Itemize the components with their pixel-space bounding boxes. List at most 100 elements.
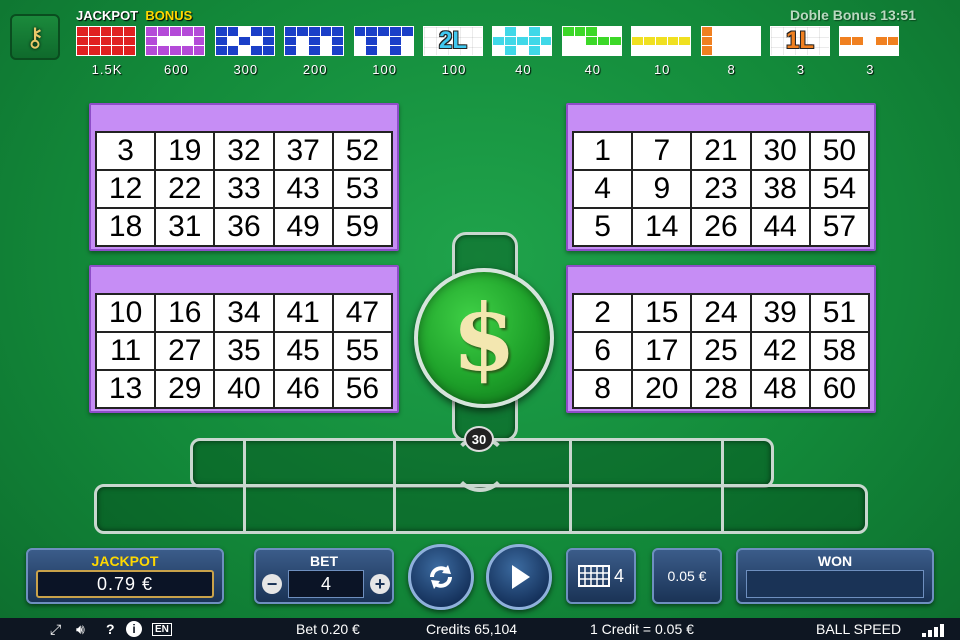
card-number: 3 (97, 133, 155, 169)
card-number: 7 (633, 133, 691, 169)
game-clock: Doble Bonus 13:51 (789, 7, 916, 23)
card-number: 33 (215, 171, 273, 207)
card-grid: 1 7 21 30 50 4 9 23 38 54 5 14 26 44 57 (572, 131, 870, 247)
card-number: 8 (574, 371, 632, 407)
paytable-pattern: 40 (560, 6, 622, 82)
card-number: 30 (751, 133, 809, 169)
paytable: JACKPOT 1.5K BONUS 600 300 200 100 2L 100 40 40 10 8… (74, 6, 914, 82)
card-number: 48 (751, 371, 809, 407)
card-number: 14 (633, 209, 691, 245)
card-number: 50 (810, 133, 868, 169)
status-bet: Bet 0.20 € (296, 621, 360, 637)
info-icon[interactable]: i (126, 621, 142, 637)
bingo-card-3[interactable]: 10 16 34 41 47 11 27 35 45 55 13 29 40 46 56 (89, 265, 399, 413)
paytable-value: 100 (372, 62, 397, 77)
card-number: 21 (692, 133, 750, 169)
cards-count: 4 (613, 565, 624, 586)
paytable-value: 200 (302, 62, 328, 77)
paytable-value: 8 (727, 62, 736, 77)
card-number: 28 (692, 371, 750, 407)
card-number: 51 (810, 295, 868, 331)
card-number: 19 (156, 133, 214, 169)
card-number: 43 (274, 171, 332, 207)
line-badge: 1L (770, 26, 830, 56)
jackpot-panel: JACKPOT 0.79 € (26, 548, 224, 604)
paytable-value: 600 (164, 62, 189, 77)
card-number: 26 (692, 209, 750, 245)
expand-icon[interactable]: ⤢ (50, 621, 61, 638)
bet-decrease-button[interactable]: − (262, 574, 282, 594)
card-number: 53 (333, 171, 391, 207)
bet-panel: BET − 4 + (254, 548, 394, 604)
pattern-grid (561, 26, 622, 56)
pattern-grid (145, 26, 206, 56)
card-number: 45 (274, 333, 332, 369)
card-number: 6 (574, 333, 632, 369)
card-number: 37 (274, 133, 332, 169)
game-logo[interactable]: ⚷ (10, 14, 60, 60)
bet-label: BET (310, 553, 338, 569)
card-number: 16 (156, 295, 214, 331)
card-number: 47 (333, 295, 391, 331)
card-number: 5 (574, 209, 632, 245)
card-number: 52 (333, 133, 391, 169)
ball-speed-icon[interactable] (922, 624, 944, 637)
card-number: 20 (633, 371, 691, 407)
won-label: WON (817, 553, 853, 569)
play-button[interactable] (486, 544, 552, 610)
card-number: 18 (97, 209, 155, 245)
pattern-grid (700, 26, 761, 56)
refresh-icon (430, 565, 452, 589)
card-grid: 2 15 24 39 51 6 17 25 42 58 8 20 28 48 60 (572, 293, 870, 409)
paytable-value: 10 (653, 62, 671, 77)
card-number: 41 (274, 295, 332, 331)
bingo-card-1[interactable]: 3 19 32 37 52 12 22 33 43 53 18 31 36 49 59 (89, 103, 399, 251)
card-number: 2 (574, 295, 632, 331)
card-number: 4 (574, 171, 632, 207)
card-grid: 10 16 34 41 47 11 27 35 45 55 13 29 40 46 56 (95, 293, 393, 409)
paytable-value: 1.5K (91, 62, 123, 77)
card-number: 56 (333, 371, 391, 407)
pattern-grid (76, 26, 136, 56)
play-icon (512, 565, 530, 589)
card-number: 38 (751, 171, 809, 207)
pattern-grid (839, 26, 900, 56)
cards-grid-icon (577, 565, 610, 587)
language-icon[interactable]: EN (152, 623, 172, 636)
card-number: 10 (97, 295, 155, 331)
coin-value: 0.05 € (667, 568, 707, 584)
status-bar: ⤢ 🔊︎ ? i EN Bet 0.20 € Credits 65,104 1 … (0, 618, 960, 640)
bet-value: 4 (288, 570, 364, 598)
paytable-pattern: 40 (490, 6, 553, 82)
paytable-pattern: 300 (213, 6, 275, 82)
card-number: 25 (692, 333, 750, 369)
bet-increase-button[interactable]: + (370, 574, 390, 594)
card-number: 11 (97, 333, 155, 369)
pattern-grid (492, 26, 553, 56)
card-number: 29 (156, 371, 214, 407)
card-number: 36 (215, 209, 273, 245)
help-icon[interactable]: ? (106, 621, 115, 637)
bingo-card-2[interactable]: 1 7 21 30 50 4 9 23 38 54 5 14 26 44 57 (566, 103, 876, 251)
paytable-value: 40 (515, 62, 532, 77)
paytable-prize-label: JACKPOT (76, 8, 139, 23)
card-number: 12 (97, 171, 155, 207)
card-number: 23 (692, 171, 750, 207)
coin-value-button[interactable]: 0.05 € (652, 548, 722, 604)
bingo-card-4[interactable]: 2 15 24 39 51 6 17 25 42 58 8 20 28 48 60 (566, 265, 876, 413)
cards-count-button[interactable]: 4 (566, 548, 636, 604)
card-number: 1 (574, 133, 632, 169)
sound-icon[interactable]: 🔊︎ (76, 621, 85, 638)
won-value (746, 570, 924, 598)
status-credit-rate: 1 Credit = 0.05 € (590, 621, 694, 637)
refresh-cards-button[interactable] (408, 544, 474, 610)
key-logo-icon: ⚷ (25, 21, 45, 52)
paytable-pattern: BONUS 600 (143, 6, 206, 82)
card-number: 40 (215, 371, 273, 407)
card-number: 34 (215, 295, 273, 331)
ball-speed-label[interactable]: BALL SPEED (816, 621, 901, 637)
pattern-grid (631, 26, 692, 56)
line-badge: 2L (423, 26, 483, 56)
status-credits: Credits 65,104 (426, 621, 518, 637)
card-number: 60 (810, 371, 868, 407)
